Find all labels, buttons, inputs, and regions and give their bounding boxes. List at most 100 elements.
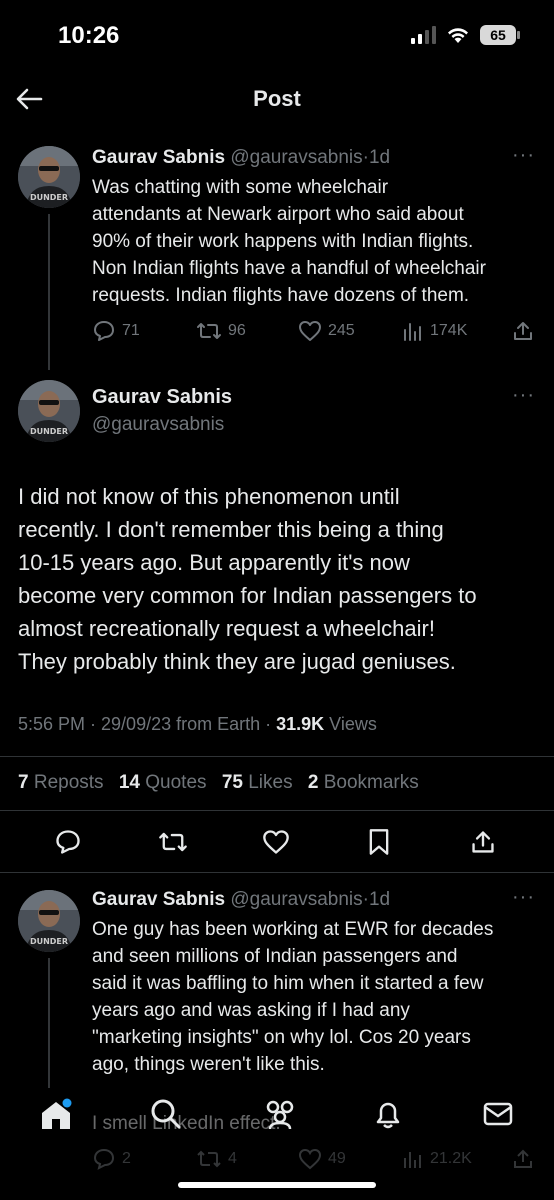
tweet-line: said it was baffling to him when it star…	[92, 973, 484, 994]
engagement-stats: 7 Reposts 14 Quotes 75 Likes 2 Bookmarks	[18, 772, 429, 794]
tweet-line: Was chatting with some wheelchair	[92, 177, 389, 198]
like-count: 245	[328, 322, 355, 339]
reply-count: 71	[122, 322, 140, 339]
post-age: 1d	[368, 889, 391, 910]
post-age: 1d	[368, 147, 391, 168]
repost-icon	[159, 832, 187, 852]
tweet-line: One guy has been working at EWR for deca…	[92, 919, 494, 940]
reply-icon	[56, 830, 80, 854]
tweet-line: ago, things weren't like this.	[92, 1054, 325, 1075]
status-bar: 10:26 65	[0, 0, 554, 72]
reply-button[interactable]	[54, 828, 82, 861]
thread-line	[48, 958, 50, 1088]
more-options-button[interactable]: ···	[512, 144, 535, 167]
tweet-line: attendants at Newark airport who said ab…	[92, 204, 464, 225]
views-count: 31.9K	[276, 714, 325, 734]
reply-button[interactable]: 71	[92, 320, 140, 342]
tweet-line: years ago and was asking if I had any	[92, 1000, 410, 1021]
header: Post	[0, 72, 554, 130]
likes-label: Likes	[248, 772, 293, 793]
search-icon	[151, 1099, 181, 1129]
battery-indicator: 65	[480, 25, 520, 45]
svg-text:DUNDER: DUNDER	[30, 193, 68, 202]
tweet-header: Gaurav Sabnis @gauravsabnis·1d	[92, 147, 390, 169]
heart-icon	[299, 321, 321, 341]
page-title: Post	[253, 86, 301, 111]
views-icon	[404, 323, 421, 341]
nav-messages[interactable]	[482, 1098, 514, 1135]
like-button[interactable]: 245	[298, 320, 355, 342]
divider	[0, 810, 554, 811]
thread-line	[48, 214, 50, 370]
bookmarks-count: 2	[307, 772, 319, 793]
home-icon	[42, 1098, 72, 1129]
repost-button[interactable]: 96	[196, 320, 246, 342]
post-timestamp[interactable]: 5:56 PM · 29/09/23 from Earth ·	[18, 714, 276, 734]
svg-text:DUNDER: DUNDER	[30, 427, 68, 436]
reposts-count: 7	[18, 772, 29, 793]
share-icon	[472, 831, 494, 853]
views-button[interactable]: 174K	[402, 320, 467, 342]
bookmark-icon	[369, 829, 389, 855]
author-handle[interactable]: @gauravsabnis	[230, 889, 362, 910]
home-indicator[interactable]	[178, 1182, 376, 1188]
nav-search[interactable]	[150, 1098, 182, 1135]
nav-home[interactable]	[38, 1098, 74, 1137]
avatar[interactable]: DUNDER	[18, 146, 80, 208]
quotes-stat[interactable]: 14 Quotes	[119, 772, 207, 793]
author-name[interactable]: Gaurav Sabnis	[92, 889, 225, 910]
bookmark-button[interactable]	[366, 828, 392, 861]
author-handle[interactable]: @gauravsabnis	[230, 147, 362, 168]
tweet-line: requests. Indian flights have dozens of …	[92, 285, 470, 306]
likes-stat[interactable]: 75 Likes	[222, 772, 293, 793]
mail-icon	[483, 1102, 513, 1126]
status-icons: 65	[411, 25, 520, 45]
divider	[0, 756, 554, 757]
post-meta: 5:56 PM · 29/09/23 from Earth · 31.9K Vi…	[18, 714, 377, 735]
likes-count: 75	[221, 772, 243, 793]
bookmarks-stat[interactable]: 2 Bookmarks	[308, 772, 419, 793]
share-icon	[514, 322, 532, 340]
views-label: Views	[324, 714, 377, 734]
tweet-line: They probably think they are jugad geniu…	[18, 649, 456, 674]
tweet-line: 10-15 years ago. But apparently it's now	[18, 550, 410, 575]
svg-text:DUNDER: DUNDER	[30, 937, 68, 946]
wifi-icon	[448, 28, 468, 43]
tweet-text: I did not know of this phenomenon until …	[18, 480, 538, 678]
avatar-image: DUNDER	[18, 146, 80, 208]
nav-communities[interactable]	[262, 1098, 298, 1135]
tweet-text: One guy has been working at EWR for deca…	[92, 916, 542, 1078]
divider	[0, 872, 554, 873]
more-options-button[interactable]: ···	[512, 384, 535, 407]
avatar[interactable]: DUNDER	[18, 380, 80, 442]
author-name[interactable]: Gaurav Sabnis	[92, 386, 232, 409]
tweet-line: become very common for Indian passengers…	[18, 583, 477, 608]
more-options-button[interactable]: ···	[512, 886, 535, 909]
reply-icon	[94, 321, 114, 341]
views-count: 174K	[430, 322, 468, 339]
communities-icon	[266, 1100, 294, 1130]
tweet-line: 90% of their work happens with Indian fl…	[92, 231, 474, 252]
repost-button[interactable]	[158, 828, 188, 861]
like-button[interactable]	[262, 828, 290, 861]
reposts-label: Reposts	[33, 772, 104, 793]
author-handle[interactable]: @gauravsabnis	[92, 414, 224, 436]
avatar-image: DUNDER	[18, 380, 80, 442]
author-name[interactable]: Gaurav Sabnis	[92, 147, 225, 168]
tweet-line: almost recreationally request a wheelcha…	[18, 616, 435, 641]
reposts-stat[interactable]: 7 Reposts	[18, 772, 104, 793]
tweet-line: and seen millions of Indian passengers a…	[92, 946, 458, 967]
quotes-label: Quotes	[145, 772, 207, 793]
share-button[interactable]	[470, 828, 496, 861]
tweet-line: Non Indian flights have a handful of whe…	[92, 258, 486, 279]
status-time: 10:26	[58, 22, 120, 49]
tweet-text: Was chatting with some wheelchair attend…	[92, 174, 542, 309]
quotes-count: 14	[118, 772, 140, 793]
share-button[interactable]	[512, 320, 534, 342]
tweet-header: Gaurav Sabnis @gauravsabnis·1d	[92, 889, 390, 911]
tweet-line: recently. I don't remember this being a …	[18, 517, 444, 542]
repost-count: 96	[228, 322, 246, 339]
tweet-line: "marketing insights" on why lol. Cos 20 …	[92, 1027, 471, 1048]
nav-notifications[interactable]	[372, 1098, 404, 1135]
avatar[interactable]: DUNDER	[18, 890, 80, 952]
